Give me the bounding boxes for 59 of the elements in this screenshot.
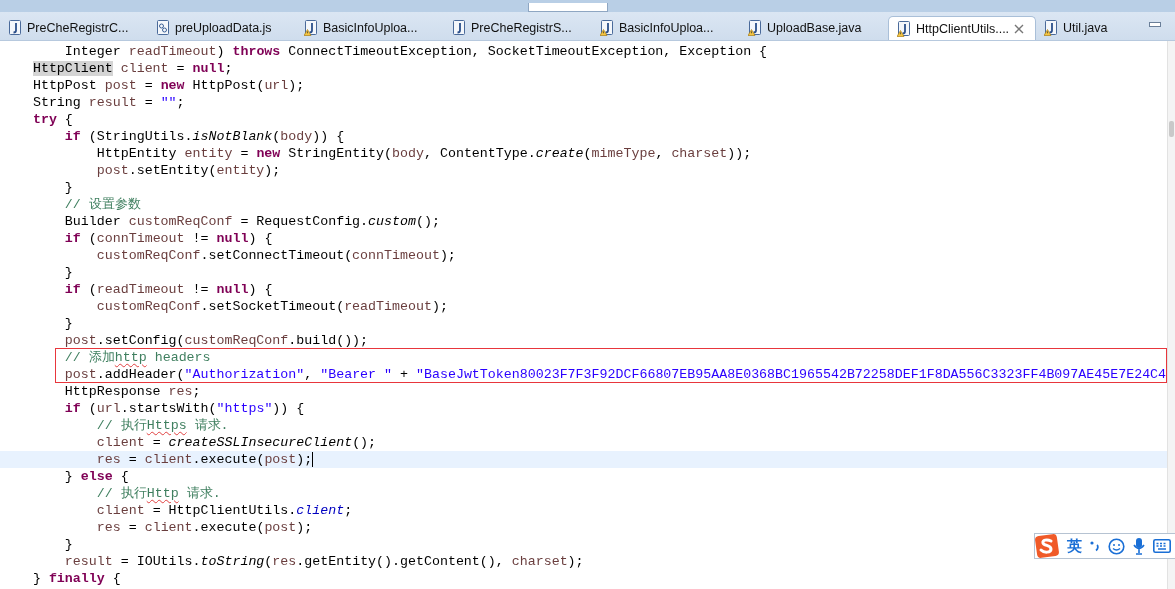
code-line: }: [63, 179, 73, 196]
vertical-scrollbar[interactable]: [1167, 41, 1175, 589]
tab-label: BasicInfoUploa...: [323, 21, 418, 35]
code-line: HttpClient client = null;: [31, 60, 233, 77]
code-line: customReqConf.setConnectTimeout(connTimeout);: [95, 247, 456, 264]
code-line: res = client.execute(post);: [95, 519, 313, 536]
close-icon[interactable]: [1014, 23, 1025, 34]
code-line: HttpEntity entity = new StringEntity(body, ContentType.create(mimeType, charset));: [95, 145, 752, 162]
smiley-icon[interactable]: [1108, 537, 1125, 555]
code-line: client = createSSLInsecureClient();: [95, 434, 377, 451]
tab-label: HttpClientUtils....: [916, 21, 1010, 36]
tab-label: PreCheRegistrC...: [27, 21, 129, 35]
editor-tab[interactable]: PreCheRegistrS...: [444, 16, 592, 40]
code-line: HttpResponse res;: [63, 383, 201, 400]
scroll-thumb[interactable]: [1169, 121, 1174, 137]
code-line: client = HttpClientUtils.client;: [95, 502, 353, 519]
code-line: String result = "";: [31, 94, 185, 111]
code-line: post.addHeader("Authorization", "Bearer " + "BaseJwtToken80023F7F3F92DCF66807EB95AA8E0368BC1965542B72258DEF1F8DA556C3323FF4B097AE45E7E24C4: [63, 366, 1167, 383]
code-line: // 添加http headers: [63, 349, 211, 366]
tab-label: PreCheRegistrS...: [471, 21, 572, 35]
code-line: if (connTimeout != null) {: [63, 230, 273, 247]
tab-label: UploadBase.java: [767, 21, 862, 35]
tab-label: preUploadData.js: [175, 21, 272, 35]
editor-tab[interactable]: PreCheRegistrC...: [0, 16, 148, 40]
quick-access-field[interactable]: [528, 3, 608, 12]
editor-tab[interactable]: HttpClientUtils....: [888, 16, 1036, 40]
editor-tab[interactable]: BasicInfoUploa...: [296, 16, 444, 40]
code-line: if (StringUtils.isNotBlank(body)) {: [63, 128, 345, 145]
code-line: // 执行Https 请求.: [95, 417, 229, 434]
code-line: try {: [31, 111, 73, 128]
ime-logo-icon[interactable]: [1035, 534, 1059, 558]
code-line: // 执行Http 请求.: [95, 485, 221, 502]
code-line: }: [63, 536, 73, 553]
code-line: Integer readTimeout) throws ConnectTimeoutException, SocketTimeoutException, Exception {: [63, 43, 768, 60]
editor-tab[interactable]: UploadBase.java: [740, 16, 888, 40]
code-line: // 设置参数: [63, 196, 141, 213]
editor-tab[interactable]: Util.java: [1036, 16, 1114, 40]
code-line: }: [63, 264, 73, 281]
microphone-icon[interactable]: [1133, 537, 1145, 555]
code-line: post.setEntity(entity);: [95, 162, 281, 179]
code-line: customReqConf.setSocketTimeout(readTimeout);: [95, 298, 448, 315]
text-cursor: [312, 452, 314, 467]
code-line: } finally {: [31, 570, 121, 587]
tab-label: Util.java: [1063, 21, 1108, 35]
code-line: HttpPost post = new HttpPost(url);: [31, 77, 305, 94]
code-line: } else {: [63, 468, 129, 485]
code-line: post.setConfig(customReqConf.build());: [63, 332, 369, 349]
ime-language[interactable]: 英: [1067, 536, 1082, 556]
code-line: if (url.startsWith("https")) {: [63, 400, 305, 417]
keyboard-icon[interactable]: [1153, 539, 1171, 553]
minimize-icon[interactable]: [1149, 22, 1161, 28]
editor-tab[interactable]: BasicInfoUploa...: [592, 16, 740, 40]
code-line: if (readTimeout != null) {: [63, 281, 273, 298]
tab-label: BasicInfoUploa...: [619, 21, 714, 35]
code-line: result = IOUtils.toString(res.getEntity().getContent(), charset);: [63, 553, 584, 570]
punctuation-icon[interactable]: [1090, 540, 1100, 552]
editor-tab[interactable]: preUploadData.js: [148, 16, 296, 40]
code-line: }: [63, 315, 73, 332]
code-line: Builder customReqConf = RequestConfig.custom();: [63, 213, 440, 230]
